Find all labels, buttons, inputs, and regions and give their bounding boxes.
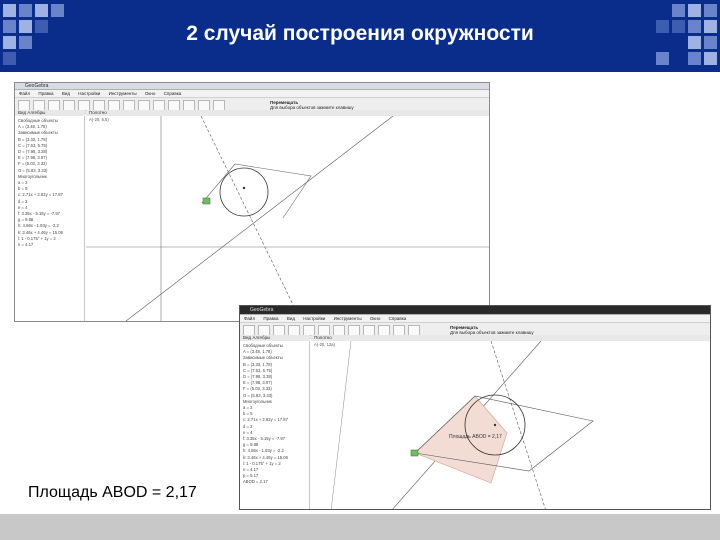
algebra-item[interactable]: n = 4.17	[18, 242, 84, 248]
graphics-view[interactable]: Площадь ABOD = 2,17	[311, 341, 710, 509]
algebra-view: Свободные объекты A = (3.48, 1.78) Зависим…	[240, 341, 310, 509]
banner-square	[672, 4, 685, 17]
menu-options[interactable]: Настройки	[303, 316, 325, 321]
slide-title: 2 случай построения окружности	[186, 22, 534, 45]
menu-tools[interactable]: Инструменты	[334, 316, 362, 321]
menu-window[interactable]: Окно	[370, 316, 380, 321]
menu-options[interactable]: Настройки	[78, 91, 100, 96]
coordinate-readout: A(-20, 12а)	[314, 342, 335, 347]
banner-square	[3, 4, 16, 17]
menu-window[interactable]: Окно	[145, 91, 155, 96]
menu-edit[interactable]: Правка	[38, 91, 53, 96]
point-a-marker	[202, 197, 211, 205]
menu-file[interactable]: Файл	[19, 91, 30, 96]
footer-bar	[0, 514, 720, 540]
menu-bar: Файл Правка Вид Настройки Инструменты Ок…	[240, 315, 710, 323]
banner-square	[3, 52, 16, 65]
graphics-view[interactable]	[86, 116, 489, 321]
banner-square	[19, 4, 32, 17]
tool-hint: Перемещать Для выбора объектов зажмите к…	[270, 100, 354, 110]
banner-square	[704, 52, 717, 65]
algebra-item[interactable]: ABOD = 2.17	[243, 479, 309, 485]
tool-hint: Перемещать Для выбора объектов зажмите к…	[450, 325, 534, 335]
line-f	[125, 116, 394, 321]
point-o	[242, 186, 246, 190]
point-o	[493, 423, 497, 427]
area-label: Площадь ABOD = 2,17	[449, 434, 502, 440]
banner-square	[704, 4, 717, 17]
geogebra-window-2: GeoGebra Файл Правка Вид Настройки Инстр…	[239, 305, 711, 510]
coordinate-readout: A(-20, 5,5)	[89, 117, 109, 122]
point-a-marker	[410, 449, 419, 457]
menu-bar: Файл Правка Вид Настройки Инструменты Ок…	[15, 90, 489, 98]
menu-help[interactable]: Справка	[164, 91, 182, 96]
area-caption: Площадь ABOD = 2,17	[28, 484, 197, 501]
construction-canvas[interactable]: Площадь ABOD = 2,17	[311, 341, 711, 510]
line-h	[200, 116, 302, 321]
menu-edit[interactable]: Правка	[263, 316, 278, 321]
y-axis	[330, 341, 352, 509]
slide-title-banner: 2 случай построения окружности	[0, 0, 720, 72]
banner-square	[35, 4, 48, 17]
quadrilateral	[201, 163, 312, 219]
menu-file[interactable]: Файл	[244, 316, 255, 321]
window-titlebar: GeoGebra	[240, 306, 710, 315]
menu-view[interactable]: Вид	[62, 91, 70, 96]
banner-square	[688, 4, 701, 17]
banner-square	[51, 4, 64, 17]
menu-tools[interactable]: Инструменты	[109, 91, 137, 96]
banner-square	[656, 52, 669, 65]
banner-square	[688, 52, 701, 65]
geogebra-window-1: GeoGebra Файл Правка Вид Настройки Инстр…	[14, 82, 490, 322]
menu-help[interactable]: Справка	[389, 316, 407, 321]
inscribed-circle	[219, 167, 269, 217]
window-titlebar: GeoGebra	[15, 83, 489, 90]
construction-canvas[interactable]	[86, 116, 490, 321]
algebra-view: Свободные объекты A = (3.48, 1.78) Зависим…	[15, 116, 85, 321]
menu-view[interactable]: Вид	[287, 316, 295, 321]
